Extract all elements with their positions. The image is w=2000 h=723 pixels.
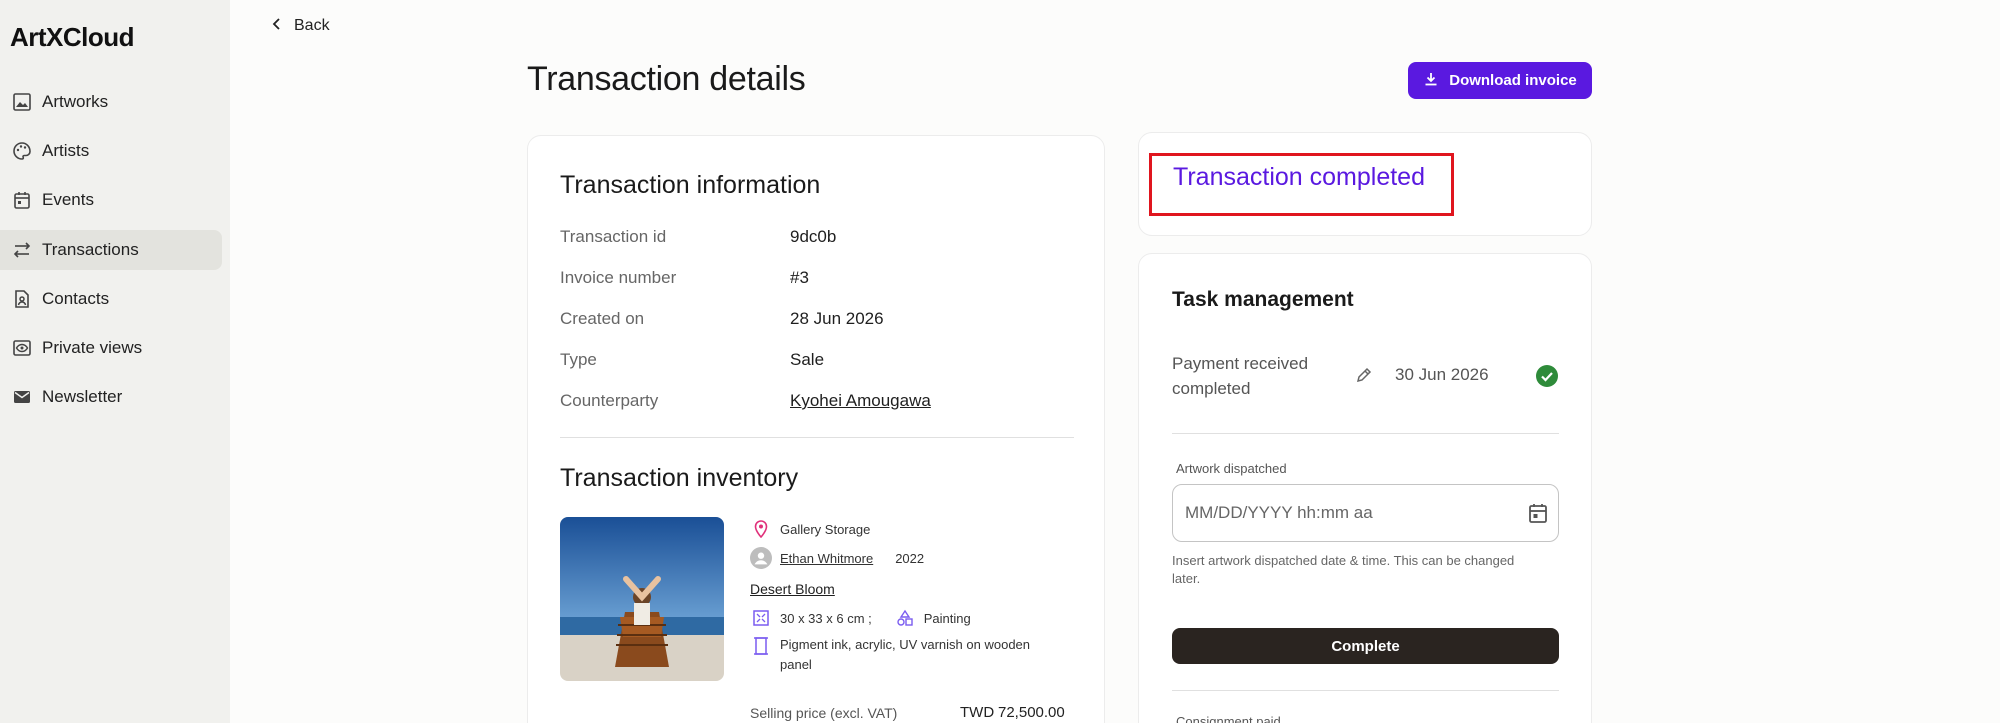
medium-line-1: Pigment ink, acrylic, UV varnish on wood… <box>780 637 1031 652</box>
dimensions-text: 30 x 33 x 6 cm ; <box>780 610 872 626</box>
contact-icon <box>11 288 33 310</box>
palette-icon <box>11 140 33 162</box>
sidebar-item-events[interactable]: Events <box>0 180 222 220</box>
type-label: Type <box>560 350 597 369</box>
back-label: Back <box>294 17 330 34</box>
sidebar-item-transactions[interactable]: Transactions <box>0 230 222 270</box>
transaction-info-title: Transaction information <box>560 171 821 199</box>
download-invoice-label: Download invoice <box>1449 72 1577 89</box>
medium-text: Pigment ink, acrylic, UV varnish on wood… <box>780 635 1030 675</box>
dimensions-row: 30 x 33 x 6 cm ; Painting <box>750 607 971 629</box>
invoice-number-value: #3 <box>790 268 809 287</box>
sidebar-item-artists[interactable]: Artists <box>0 131 222 171</box>
page-title: Transaction details <box>527 60 806 98</box>
sidebar-item-newsletter[interactable]: Newsletter <box>0 377 222 417</box>
created-on-value: 28 Jun 2026 <box>790 309 884 328</box>
dispatch-date-input[interactable] <box>1185 485 1505 541</box>
transaction-id-label: Transaction id <box>560 227 667 246</box>
sidebar-item-label: Transactions <box>42 240 139 259</box>
dispatch-date-field[interactable] <box>1172 484 1559 542</box>
artist-row: Ethan Whitmore 2022 <box>750 547 924 569</box>
edit-icon[interactable] <box>1355 366 1373 389</box>
sidebar-item-label: Private views <box>42 338 143 357</box>
status-card: Transaction completed <box>1138 132 1592 236</box>
artwork-title-link[interactable]: Desert Bloom <box>750 581 835 597</box>
task-management-card: Task management Payment received complet… <box>1138 253 1592 723</box>
task-divider-2 <box>1172 690 1559 691</box>
counterparty-link[interactable]: Kyohei Amougawa <box>790 391 931 411</box>
payment-date: 30 Jun 2026 <box>1395 365 1489 384</box>
sidebar-item-label: Artworks <box>42 92 109 111</box>
sidebar: ArtXCloud Artworks Artists Events Transa… <box>0 0 230 723</box>
created-on-label: Created on <box>560 309 645 328</box>
check-circle-icon <box>1536 365 1558 392</box>
sidebar-item-private-views[interactable]: Private views <box>0 328 222 368</box>
dispatch-field-label: Artwork dispatched <box>1176 461 1287 476</box>
helper-line-1: Insert artwork dispatched date & time. T… <box>1172 553 1515 568</box>
payment-task-label: Payment received completed <box>1172 351 1342 401</box>
chevron-left-icon <box>272 17 282 35</box>
helper-line-2: later. <box>1172 571 1201 586</box>
back-button[interactable]: Back <box>272 17 330 35</box>
shapes-icon <box>894 607 916 629</box>
counterparty-label: Counterparty <box>560 391 659 410</box>
location-row: Gallery Storage <box>750 518 870 540</box>
sidebar-item-label: Newsletter <box>42 387 123 406</box>
medium-row: Pigment ink, acrylic, UV varnish on wood… <box>750 635 1030 675</box>
transaction-card: Transaction information Transaction id 9… <box>527 135 1105 723</box>
canvas-icon <box>750 635 772 657</box>
payment-label-line-1: Payment received <box>1172 354 1309 373</box>
sidebar-item-artworks[interactable]: Artworks <box>0 82 222 122</box>
medium-line-2: panel <box>780 657 812 672</box>
price-value: 72,500.00 <box>998 704 1065 721</box>
avatar-icon <box>750 547 772 569</box>
mail-icon <box>11 386 33 408</box>
dispatch-helper-text: Insert artwork dispatched date & time. T… <box>1172 552 1559 588</box>
category-text: Painting <box>923 610 971 626</box>
download-icon <box>1423 71 1439 91</box>
sidebar-item-label: Artists <box>42 141 90 160</box>
transaction-id-value: 9dc0b <box>790 227 837 246</box>
download-invoice-button[interactable]: Download invoice <box>1408 62 1592 99</box>
sidebar-item-label: Events <box>42 190 94 209</box>
location-text: Gallery Storage <box>780 521 871 537</box>
app-logo[interactable]: ArtXCloud <box>10 22 135 53</box>
transaction-status: Transaction completed <box>1173 163 1425 191</box>
artwork-year: 2022 <box>895 550 925 566</box>
swap-icon <box>11 239 33 261</box>
price-label: Selling price (excl. VAT) <box>750 705 898 721</box>
dimensions-icon <box>750 607 772 629</box>
location-pin-icon <box>750 518 772 540</box>
complete-button[interactable]: Complete <box>1172 628 1559 664</box>
artwork-title-row: Desert Bloom <box>750 581 835 597</box>
section-divider <box>560 437 1074 438</box>
price-currency: TWD <box>960 704 995 721</box>
type-value: Sale <box>790 350 825 369</box>
sidebar-item-contacts[interactable]: Contacts <box>0 279 222 319</box>
artist-link[interactable]: Ethan Whitmore <box>780 551 873 566</box>
calendar-picker-icon[interactable] <box>1527 502 1549 529</box>
eye-icon <box>11 337 33 359</box>
invoice-number-label: Invoice number <box>560 268 677 287</box>
image-icon <box>11 91 33 113</box>
calendar-icon <box>11 189 33 211</box>
inventory-title: Transaction inventory <box>560 464 799 492</box>
artwork-thumbnail[interactable] <box>560 517 724 681</box>
sidebar-item-label: Contacts <box>42 289 110 308</box>
task-divider <box>1172 433 1559 434</box>
task-management-title: Task management <box>1172 288 1354 311</box>
consignment-field-label: Consignment paid <box>1176 714 1281 723</box>
payment-label-line-2: completed <box>1172 379 1251 398</box>
